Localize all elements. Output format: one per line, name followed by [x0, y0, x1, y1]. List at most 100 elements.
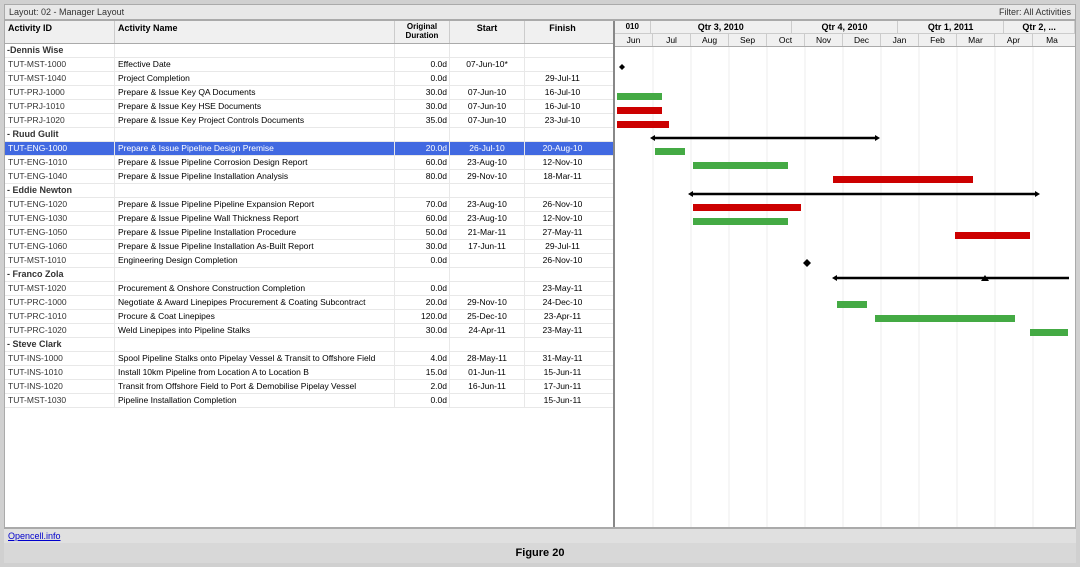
table-row[interactable]: TUT-PRJ-1010 Prepare & Issue Key HSE Doc… — [5, 100, 613, 114]
cell-name: Prepare & Issue Pipeline Installation As… — [115, 240, 395, 253]
table-row[interactable]: TUT-ENG-1010 Prepare & Issue Pipeline Co… — [5, 156, 613, 170]
cell-finish: 16-Jul-10 — [525, 86, 600, 99]
table-row[interactable]: TUT-PRC-1020 Weld Linepipes into Pipelin… — [5, 324, 613, 338]
group-row-ruud: - Ruud Gulit — [5, 128, 613, 142]
qtr-4-2010: Qtr 4, 2010 — [792, 21, 898, 33]
group-label-eddie: - Eddie Newton — [5, 184, 115, 197]
month-mar: Mar — [957, 34, 995, 46]
cell-id: TUT-PRC-1020 — [5, 324, 115, 337]
group-row-eddie: - Eddie Newton — [5, 184, 613, 198]
cell-duration: 35.0d — [395, 114, 450, 127]
cell-finish — [525, 58, 600, 71]
table-row-selected[interactable]: TUT-ENG-1000 Prepare & Issue Pipeline De… — [5, 142, 613, 156]
top-bar: Layout: 02 - Manager Layout Filter: All … — [4, 4, 1076, 20]
table-row[interactable]: TUT-ENG-1060 Prepare & Issue Pipeline In… — [5, 240, 613, 254]
cell-start: 23-Aug-10 — [450, 198, 525, 211]
cell-id: TUT-MST-1010 — [5, 254, 115, 267]
table-row[interactable]: TUT-ENG-1020 Prepare & Issue Pipeline Pi… — [5, 198, 613, 212]
table-row[interactable]: TUT-MST-1040 Project Completion 0.0d 29-… — [5, 72, 613, 86]
table-row[interactable]: TUT-ENG-1050 Prepare & Issue Pipeline In… — [5, 226, 613, 240]
cell-duration: 0.0d — [395, 58, 450, 71]
cell-name: Negotiate & Award Linepipes Procurement … — [115, 296, 395, 309]
bar-prc-1020 — [1030, 329, 1068, 336]
cell-id: TUT-INS-1000 — [5, 352, 115, 365]
bar-eng-1000 — [655, 148, 685, 155]
cell-duration: 120.0d — [395, 310, 450, 323]
table-row[interactable]: TUT-INS-1000 Spool Pipeline Stalks onto … — [5, 352, 613, 366]
cell-start — [450, 254, 525, 267]
cell-id: TUT-MST-1020 — [5, 282, 115, 295]
table-row[interactable]: TUT-MST-1030 Pipeline Installation Compl… — [5, 394, 613, 408]
cell-duration: 0.0d — [395, 254, 450, 267]
figure-label: Figure 20 — [4, 543, 1076, 563]
cell-name: Prepare & Issue Pipeline Pipeline Expans… — [115, 198, 395, 211]
cell-start: 07-Jun-10 — [450, 100, 525, 113]
cell-name: Prepare & Issue Pipeline Design Premise — [115, 142, 395, 155]
table-row[interactable]: TUT-PRJ-1020 Prepare & Issue Key Project… — [5, 114, 613, 128]
quarter-header-row: 010 Qtr 3, 2010 Qtr 4, 2010 Qtr 1, 2011 … — [615, 21, 1075, 34]
cell-start: 17-Jun-11 — [450, 240, 525, 253]
header-id: Activity ID — [5, 21, 115, 43]
cell-finish: 23-Apr-11 — [525, 310, 600, 323]
cell-id: TUT-MST-1030 — [5, 394, 115, 407]
bar-prj-1000 — [617, 93, 662, 100]
partial-date: 010 — [615, 21, 651, 33]
cell-id: TUT-ENG-1060 — [5, 240, 115, 253]
bar-prj-1020 — [617, 121, 669, 128]
month-sep: Sep — [729, 34, 767, 46]
cell-finish: 23-May-11 — [525, 282, 600, 295]
bar-eng-1050 — [955, 232, 1030, 239]
cell-start: 24-Apr-11 — [450, 324, 525, 337]
cell-duration: 60.0d — [395, 212, 450, 225]
cell-id: TUT-MST-1040 — [5, 72, 115, 85]
table-header: Activity ID Activity Name OriginalDurati… — [5, 21, 613, 44]
cell-name: Weld Linepipes into Pipeline Stalks — [115, 324, 395, 337]
gantt-chart: 010 Qtr 3, 2010 Qtr 4, 2010 Qtr 1, 2011 … — [615, 21, 1075, 527]
cell-duration: 0.0d — [395, 394, 450, 407]
milestone-diamond-1000 — [619, 64, 625, 70]
cell-start: 25-Dec-10 — [450, 310, 525, 323]
table-row[interactable]: TUT-PRC-1000 Negotiate & Award Linepipes… — [5, 296, 613, 310]
bar-prc-1010 — [875, 315, 1015, 322]
table-row[interactable]: TUT-PRC-1010 Procure & Coat Linepipes 12… — [5, 310, 613, 324]
cell-id: TUT-ENG-1000 — [5, 142, 115, 155]
table-row[interactable]: TUT-INS-1010 Install 10km Pipeline from … — [5, 366, 613, 380]
table-row[interactable]: TUT-PRJ-1000 Prepare & Issue Key QA Docu… — [5, 86, 613, 100]
opencell-link[interactable]: Opencell.info — [8, 531, 61, 541]
group-label-ruud: - Ruud Gulit — [5, 128, 115, 141]
cell-start: 07-Jun-10* — [450, 58, 525, 71]
cell-name: Prepare & Issue Pipeline Corrosion Desig… — [115, 156, 395, 169]
bar-eng-1020 — [693, 204, 801, 211]
bar-prc-1000 — [837, 301, 867, 308]
cell-start: 07-Jun-10 — [450, 86, 525, 99]
table-row[interactable]: TUT-INS-1020 Transit from Offshore Field… — [5, 380, 613, 394]
header-name: Activity Name — [115, 21, 395, 43]
table-row[interactable]: TUT-MST-1020 Procurement & Onshore Const… — [5, 282, 613, 296]
month-apr: Apr — [995, 34, 1033, 46]
qtr-3-2010: Qtr 3, 2010 — [651, 21, 792, 33]
cell-id: TUT-ENG-1010 — [5, 156, 115, 169]
cell-start — [450, 394, 525, 407]
cell-start: 21-Mar-11 — [450, 226, 525, 239]
cell-finish: 29-Jul-11 — [525, 72, 600, 85]
cell-id: TUT-ENG-1020 — [5, 198, 115, 211]
qtr-2: Qtr 2, ... — [1004, 21, 1075, 33]
cell-finish: 23-May-11 — [525, 324, 600, 337]
cell-duration: 0.0d — [395, 72, 450, 85]
cell-start: 29-Nov-10 — [450, 170, 525, 183]
table-row[interactable]: TUT-ENG-1030 Prepare & Issue Pipeline Wa… — [5, 212, 613, 226]
cell-duration: 30.0d — [395, 86, 450, 99]
cell-duration: 4.0d — [395, 352, 450, 365]
bar-prj-1010 — [617, 107, 662, 114]
header-duration: OriginalDuration — [395, 21, 450, 43]
cell-id: TUT-PRJ-1020 — [5, 114, 115, 127]
table-row[interactable]: TUT-ENG-1040 Prepare & Issue Pipeline In… — [5, 170, 613, 184]
layout-label: Layout: 02 - Manager Layout — [9, 7, 124, 17]
table-row[interactable]: TUT-MST-1010 Engineering Design Completi… — [5, 254, 613, 268]
month-nov: Nov — [805, 34, 843, 46]
cell-duration: 15.0d — [395, 366, 450, 379]
cell-id: TUT-ENG-1040 — [5, 170, 115, 183]
bar-eng-1010 — [693, 162, 788, 169]
milestone-diamond-1010 — [803, 259, 811, 267]
table-row[interactable]: TUT-MST-1000 Effective Date 0.0d 07-Jun-… — [5, 58, 613, 72]
